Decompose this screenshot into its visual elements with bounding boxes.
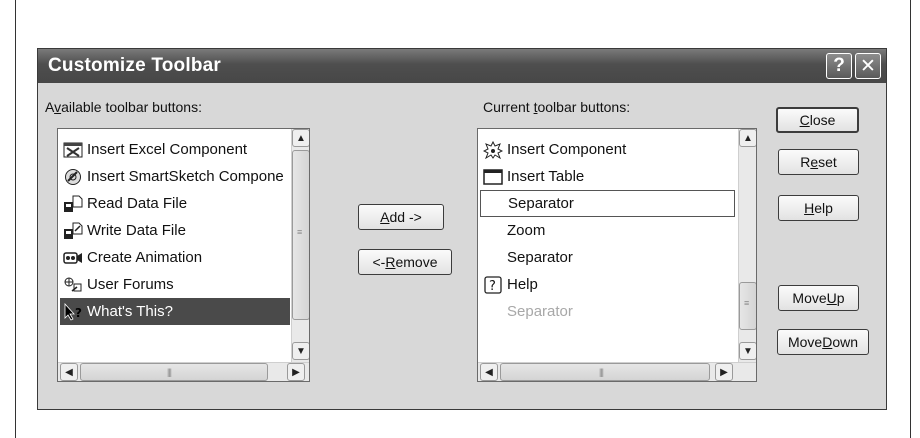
move-down-button[interactable]: Move Down xyxy=(777,329,869,355)
write-data-file-icon xyxy=(63,222,83,240)
available-vertical-scrollbar[interactable]: ▲ ≡ ▼ xyxy=(291,129,309,362)
current-vertical-scrollbar[interactable]: ▲ ≡ ▼ xyxy=(738,129,756,362)
title-close-button[interactable]: ✕ xyxy=(855,53,881,79)
scroll-left-button[interactable]: ◀ xyxy=(60,363,78,381)
insert-table-icon xyxy=(483,168,503,186)
smartsketch-icon xyxy=(63,168,83,186)
grip-icon: ≡ xyxy=(297,227,302,237)
list-item[interactable]: Read Data File xyxy=(60,190,290,217)
list-item-focused[interactable]: Separator xyxy=(480,190,735,217)
list-item[interactable]: Insert Table xyxy=(480,163,735,190)
scroll-up-button[interactable]: ▲ xyxy=(739,129,756,147)
grip-icon: ≡ xyxy=(744,298,749,308)
scroll-thumb[interactable]: ||| xyxy=(500,363,710,381)
read-data-file-icon xyxy=(63,195,83,213)
whats-this-icon: ? xyxy=(63,302,83,321)
help-button[interactable]: Help xyxy=(778,195,859,221)
list-item[interactable]: Separator xyxy=(480,244,735,271)
chevron-down-icon: ▼ xyxy=(743,345,753,357)
scroll-right-button[interactable]: ▶ xyxy=(287,363,305,381)
insert-component-icon xyxy=(483,140,503,159)
scroll-thumb[interactable]: ≡ xyxy=(292,150,309,320)
title-help-button[interactable]: ? xyxy=(826,53,852,79)
list-item[interactable]: Zoom xyxy=(480,217,735,244)
scroll-up-button[interactable]: ▲ xyxy=(292,129,309,147)
dialog-title: Customize Toolbar xyxy=(48,55,221,76)
current-horizontal-scrollbar[interactable]: ◀ ||| ▶ xyxy=(478,362,756,381)
grip-icon: ||| xyxy=(167,367,172,377)
grip-icon: ||| xyxy=(599,367,604,377)
list-item[interactable]: Write Data File xyxy=(60,217,290,244)
list-item[interactable]: User Forums xyxy=(60,271,290,298)
current-buttons-list[interactable]: Insert Component Insert Table Separator … xyxy=(477,128,757,382)
chevron-down-icon: ▼ xyxy=(296,345,306,357)
current-buttons-label: Current toolbar buttons: xyxy=(483,99,631,115)
scroll-left-button[interactable]: ◀ xyxy=(480,363,498,381)
scroll-down-button[interactable]: ▼ xyxy=(292,342,309,360)
list-item[interactable]: Insert Component xyxy=(480,136,735,163)
list-item[interactable]: Create Animation xyxy=(60,244,290,271)
list-item-disabled[interactable]: Separator xyxy=(480,298,735,325)
list-item-selected[interactable]: ? What's This? xyxy=(60,298,290,325)
scroll-right-button[interactable]: ▶ xyxy=(715,363,733,381)
excel-component-icon xyxy=(63,141,83,159)
customize-toolbar-dialog: Customize Toolbar ? ✕ Available toolbar … xyxy=(37,48,887,410)
scroll-thumb[interactable]: ||| xyxy=(80,363,268,381)
chevron-up-icon: ▲ xyxy=(743,132,753,144)
scroll-down-button[interactable]: ▼ xyxy=(739,342,756,360)
available-buttons-label: Available toolbar buttons: xyxy=(45,99,202,115)
svg-text:?: ? xyxy=(75,306,82,320)
title-bar[interactable]: Customize Toolbar ? ✕ xyxy=(38,49,886,83)
chevron-right-icon: ▶ xyxy=(292,366,300,378)
remove-button[interactable]: <- Remove xyxy=(358,249,452,275)
list-item[interactable]: ? Help xyxy=(480,271,735,298)
chevron-right-icon: ▶ xyxy=(720,366,728,378)
list-item[interactable]: Insert Excel Component xyxy=(60,136,290,163)
available-horizontal-scrollbar[interactable]: ◀ ||| ▶ xyxy=(58,362,309,381)
list-item[interactable]: Insert SmartSketch Compone xyxy=(60,163,309,190)
create-animation-icon xyxy=(63,249,83,267)
chevron-left-icon: ◀ xyxy=(65,366,73,378)
reset-button[interactable]: Re set xyxy=(778,149,859,175)
available-buttons-list[interactable]: Insert Excel Component Insert SmartSketc… xyxy=(57,128,310,382)
close-icon: ✕ xyxy=(860,55,876,77)
scroll-thumb[interactable]: ≡ xyxy=(739,282,756,330)
svg-text:?: ? xyxy=(489,279,496,294)
chevron-up-icon: ▲ xyxy=(296,132,306,144)
move-up-button[interactable]: Move Up xyxy=(778,285,859,311)
chevron-left-icon: ◀ xyxy=(485,366,493,378)
close-button[interactable]: Close xyxy=(776,107,859,133)
help-icon: ? xyxy=(483,275,503,294)
add-button[interactable]: Add -> xyxy=(358,204,444,230)
question-icon: ? xyxy=(833,55,845,76)
user-forums-icon xyxy=(63,276,83,294)
